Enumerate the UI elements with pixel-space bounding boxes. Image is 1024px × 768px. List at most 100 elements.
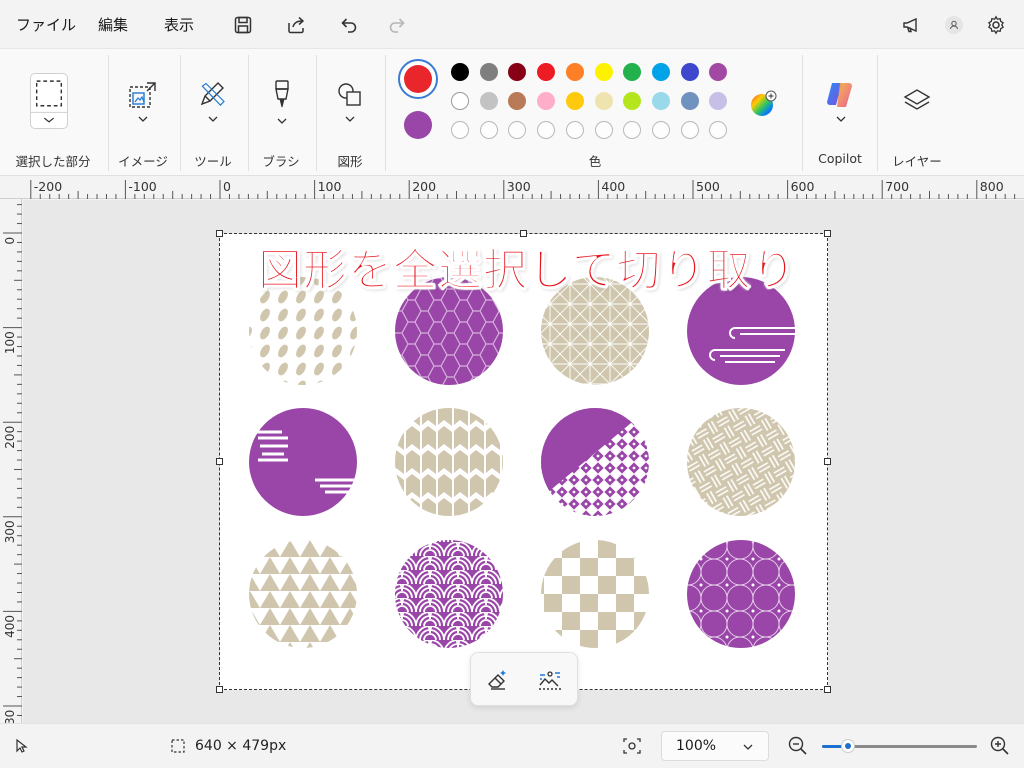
megaphone-icon xyxy=(903,17,917,33)
horizontal-ruler-ticks: -200 -100 0 100 200 300 400 500 600 700 800 xyxy=(30,179,1016,199)
ruler-label: -200 xyxy=(34,179,62,194)
fit-screen-icon xyxy=(623,738,641,754)
ruler-label: 400 xyxy=(601,179,625,194)
menu-file[interactable]: ファイル xyxy=(16,14,76,35)
zoom-out-icon xyxy=(788,736,807,755)
redo-button[interactable] xyxy=(384,12,410,38)
palette-color-swatch[interactable] xyxy=(709,63,728,81)
palette-custom-slot[interactable] xyxy=(451,121,469,139)
group-label-image: イメージ xyxy=(118,154,168,169)
palette-color-swatch[interactable] xyxy=(651,92,670,110)
palette-color-swatch[interactable] xyxy=(537,63,556,81)
palette-custom-slot[interactable] xyxy=(623,121,642,139)
ruler-label: 700 xyxy=(885,179,909,194)
resize-handle-top[interactable] xyxy=(520,230,527,237)
save-button[interactable] xyxy=(230,12,256,38)
palette-color-swatch[interactable] xyxy=(709,92,728,110)
palette-color-swatch[interactable] xyxy=(479,63,498,81)
pencil-eraser-icon xyxy=(200,82,225,106)
palette-color-swatch[interactable] xyxy=(537,92,556,110)
palette-color-swatch[interactable] xyxy=(508,92,527,110)
palette-custom-slot[interactable] xyxy=(537,121,556,139)
palette-custom-slot[interactable] xyxy=(651,121,670,139)
vertical-ruler-ticks: 0 100 200 300 400 30 xyxy=(3,204,22,725)
palette-color-swatch[interactable] xyxy=(565,92,584,110)
palette-color-swatch[interactable] xyxy=(680,92,699,110)
palette-custom-slot[interactable] xyxy=(680,121,699,139)
layers-button[interactable] xyxy=(901,85,933,117)
ribbon-separator xyxy=(108,55,109,171)
selection-rectangle-icon xyxy=(31,80,67,123)
palette-color-swatch[interactable] xyxy=(594,92,613,110)
palette-color-swatch[interactable] xyxy=(680,63,699,81)
zoom-slider[interactable] xyxy=(822,738,977,754)
palette-custom-slot[interactable] xyxy=(479,121,498,139)
chevron-down-icon xyxy=(345,116,355,122)
pointer-position-icon xyxy=(14,738,30,754)
primary-color-button[interactable] xyxy=(398,59,438,99)
remove-background-button[interactable] xyxy=(537,667,563,693)
account-button[interactable] xyxy=(941,12,967,38)
palette-color-swatch[interactable] xyxy=(623,92,642,110)
layers-icon xyxy=(903,89,931,110)
zoom-out-button[interactable] xyxy=(787,735,809,757)
ruler-label: 600 xyxy=(791,179,815,194)
group-label-tools: ツール xyxy=(194,154,232,169)
edit-colors-button[interactable] xyxy=(749,90,777,118)
zoom-level-dropdown[interactable]: 100% xyxy=(661,731,769,761)
resize-handle-left[interactable] xyxy=(216,458,223,465)
selection-floating-toolbar xyxy=(470,652,578,706)
generative-erase-button[interactable] xyxy=(485,667,511,693)
palette-custom-slot[interactable] xyxy=(709,121,728,139)
feedback-button[interactable] xyxy=(898,12,924,38)
group-label-brush: ブラシ xyxy=(262,154,300,169)
image-tool-button[interactable] xyxy=(127,79,159,111)
menu-edit[interactable]: 編集 xyxy=(98,14,128,35)
secondary-color-button[interactable] xyxy=(404,111,432,139)
settings-button[interactable] xyxy=(983,12,1009,38)
palette-color-swatch[interactable] xyxy=(594,63,613,81)
menu-view[interactable]: 表示 xyxy=(164,14,194,35)
group-label-layers: レイヤー xyxy=(892,154,942,169)
ruler-label: 0 xyxy=(3,237,17,245)
palette-color-swatch[interactable] xyxy=(651,63,670,81)
palette-color-swatch[interactable] xyxy=(565,63,584,81)
shapes-icon xyxy=(338,83,361,106)
shapes-button[interactable] xyxy=(334,79,366,111)
chevron-down-icon xyxy=(138,116,148,122)
vertical-ruler: 0 100 200 300 400 30 xyxy=(0,199,22,725)
group-label-copilot: Copilot xyxy=(818,151,862,166)
palette-custom-slot[interactable] xyxy=(508,121,527,139)
palette-color-swatch[interactable] xyxy=(479,92,498,110)
resize-handle-right[interactable] xyxy=(824,458,831,465)
resize-handle-top-left[interactable] xyxy=(216,230,223,237)
palette-color-swatch[interactable] xyxy=(451,92,469,110)
zoom-in-button[interactable] xyxy=(989,735,1011,757)
copilot-button[interactable] xyxy=(824,77,858,111)
resize-handle-bottom-right[interactable] xyxy=(824,686,831,693)
menu-bar: ファイル 編集 表示 xyxy=(0,0,1024,48)
ribbon-separator xyxy=(802,55,803,171)
undo-button[interactable] xyxy=(336,12,362,38)
selection-tool-button[interactable] xyxy=(30,73,68,129)
brush-button[interactable] xyxy=(266,77,298,111)
resize-handle-bottom-left[interactable] xyxy=(216,686,223,693)
fit-to-window-button[interactable] xyxy=(622,737,642,755)
selection-size-text: 640 × 479px xyxy=(195,738,287,754)
palette-custom-slot[interactable] xyxy=(565,121,584,139)
tools-button[interactable] xyxy=(197,79,229,111)
drawing-canvas[interactable] xyxy=(220,234,828,690)
gear-icon xyxy=(988,15,1004,35)
resize-handle-top-right[interactable] xyxy=(824,230,831,237)
zoom-slider-thumb[interactable] xyxy=(841,739,856,753)
palette-color-swatch[interactable] xyxy=(508,63,527,81)
palette-color-swatch[interactable] xyxy=(623,63,642,81)
ribbon-separator xyxy=(180,55,181,171)
share-button[interactable] xyxy=(283,12,309,38)
ruler-label: 30 xyxy=(3,710,17,723)
palette-color-swatch[interactable] xyxy=(451,63,469,81)
image-resize-icon xyxy=(129,82,156,108)
ruler-label: 400 xyxy=(3,615,17,638)
ruler-label: 100 xyxy=(3,331,17,354)
palette-custom-slot[interactable] xyxy=(594,121,613,139)
